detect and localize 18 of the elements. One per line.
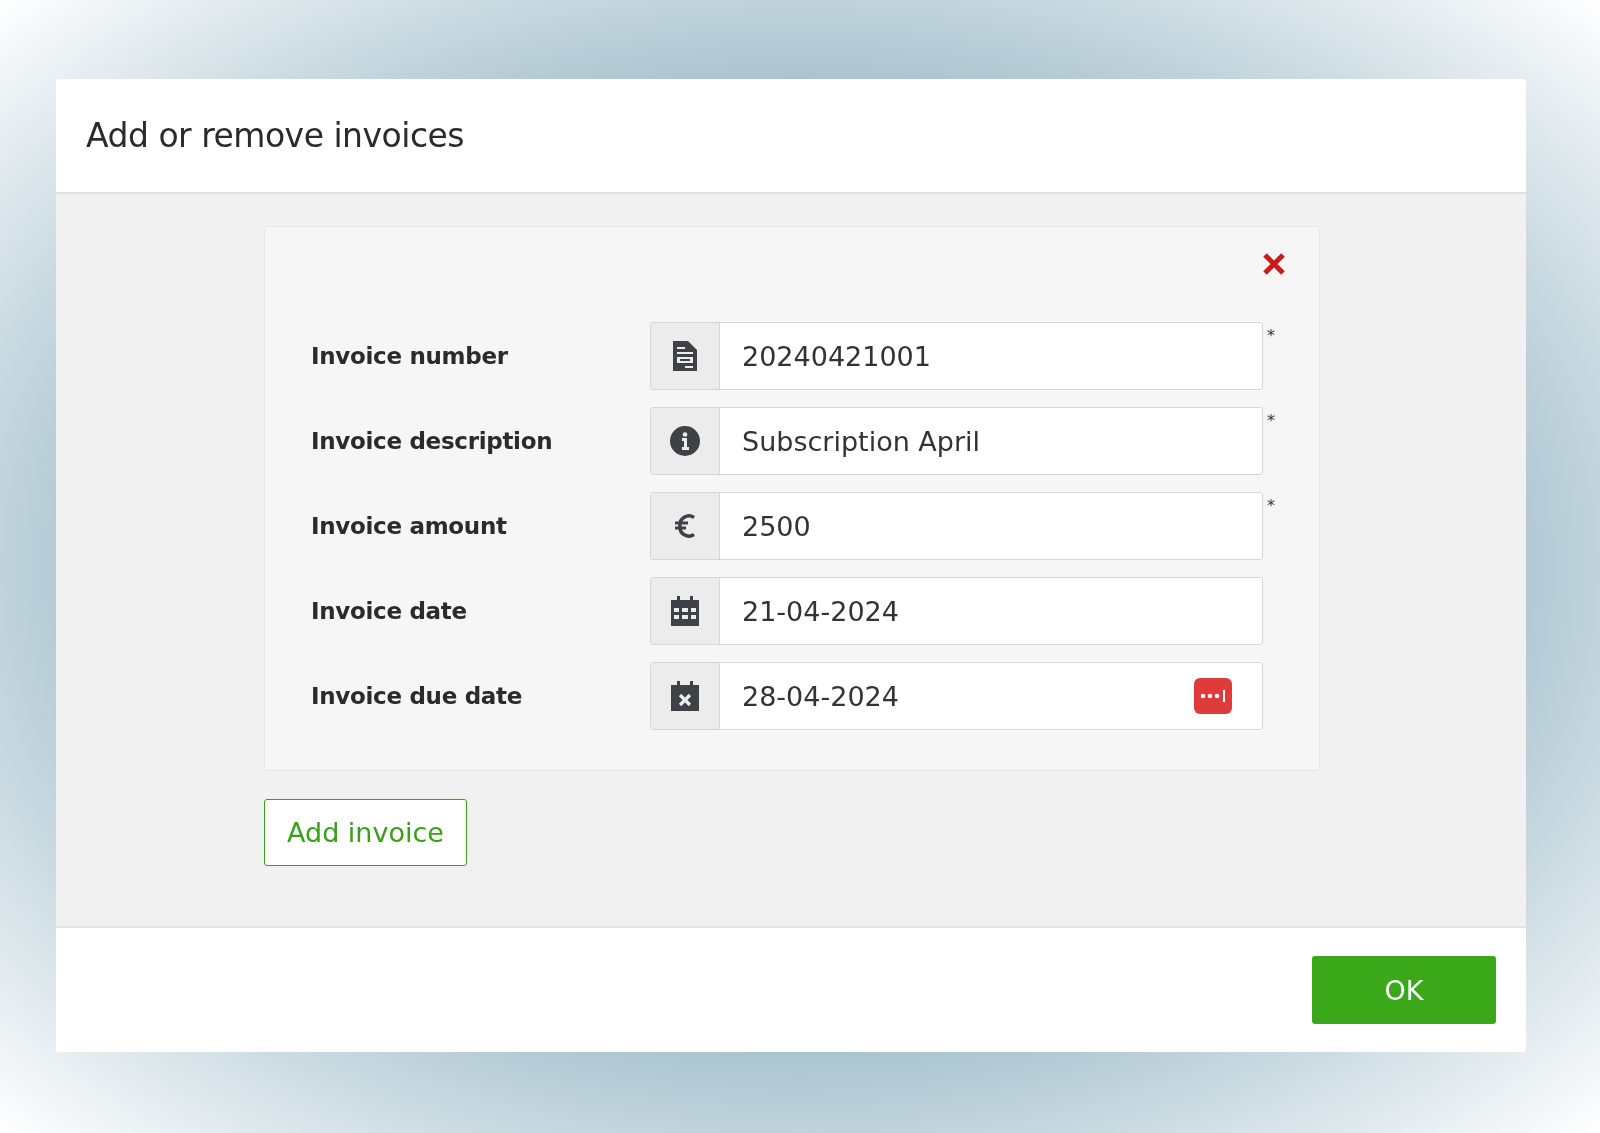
close-icon (1262, 252, 1286, 276)
document-icon (673, 341, 697, 371)
dialog-title: Add or remove invoices (86, 116, 465, 155)
calendar-icon (671, 596, 699, 626)
field-label: Invoice due date (311, 683, 524, 709)
field-label: Invoice number (311, 343, 509, 369)
input-field[interactable]: 28-04-2024 (720, 663, 1194, 729)
text-field[interactable]: 28-04-2024 (650, 662, 1263, 730)
required-mark: * (1267, 496, 1276, 515)
autofill-icon[interactable] (1194, 678, 1232, 714)
info-icon (670, 426, 700, 456)
calendar-x-icon (671, 681, 699, 711)
field-label: Invoice amount (311, 513, 508, 539)
required-mark: * (1267, 411, 1276, 430)
field-label: Invoice date (311, 598, 468, 624)
euro-icon (674, 513, 696, 539)
required-mark: * (1267, 326, 1276, 345)
field-label: Invoice description (311, 428, 554, 454)
